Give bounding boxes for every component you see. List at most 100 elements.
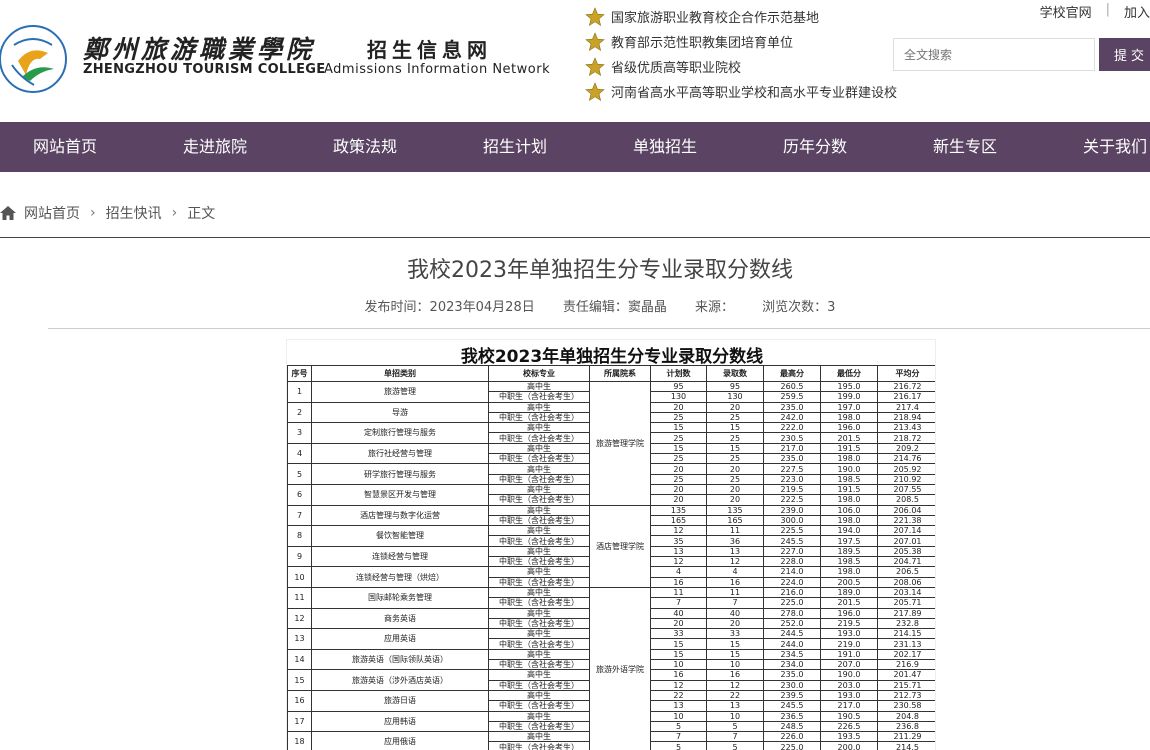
student-category: 中职生（含社会考生）	[488, 411, 590, 424]
score-cell: 15	[650, 648, 707, 661]
score-cell: 25	[706, 453, 764, 465]
nav-about-us[interactable]: 关于我们	[1083, 122, 1147, 172]
score-cell: 234.0	[763, 659, 821, 671]
student-category: 高中生	[488, 566, 590, 578]
college-name-cn: 鄭州旅游職業學院	[83, 35, 316, 64]
score-cell: 10	[650, 659, 707, 671]
score-cell: 25	[650, 432, 707, 444]
college-logo-icon[interactable]	[0, 15, 70, 97]
score-cell: 15	[706, 648, 764, 661]
major-name: 商务英语	[311, 607, 489, 630]
site-name-cn: 招生信息网	[367, 38, 492, 62]
nav-policies[interactable]: 政策法规	[333, 122, 397, 172]
score-cell: 11	[650, 586, 707, 599]
nav-independent-enrollment[interactable]: 单独招生	[633, 122, 697, 172]
score-cell: 208.5	[877, 494, 935, 506]
search-submit-button[interactable]: 提交	[1099, 38, 1150, 71]
score-cell: 214.76	[877, 453, 935, 465]
major-name: 餐饮智能管理	[311, 525, 489, 547]
score-cell: 236.8	[877, 720, 935, 733]
breadcrumb-divider	[0, 237, 1150, 238]
score-cell: 227.5	[763, 463, 821, 475]
score-cell: 190.0	[820, 463, 878, 475]
score-cell: 214.0	[763, 566, 821, 578]
breadcrumb-news[interactable]: 招生快讯	[106, 203, 162, 223]
nav-past-scores[interactable]: 历年分数	[783, 122, 847, 172]
student-category: 高中生	[488, 586, 590, 599]
score-cell: 214.15	[877, 628, 935, 640]
score-cell: 20	[650, 401, 707, 413]
star-icon	[585, 81, 605, 101]
student-category: 中职生（含社会考生）	[488, 535, 590, 547]
major-name: 酒店管理与数字化运营	[311, 504, 489, 527]
student-category: 高中生	[488, 545, 590, 558]
score-cell: 230.0	[763, 679, 821, 691]
score-cell: 221.38	[877, 514, 935, 527]
college-name-en: ZHENGZHOU TOURISM COLLEGE	[83, 62, 326, 77]
score-cell: 207.01	[877, 535, 935, 547]
col-header: 录取数	[706, 365, 764, 382]
score-cell: 7	[650, 731, 707, 743]
table-row: 11 国际邮轮乘务管理 高中生 旅游外语学院 11 11 216.0 189.0 203.14	[287, 586, 935, 750]
score-cell: 25	[706, 411, 764, 424]
score-cell: 204.8	[877, 710, 935, 722]
search-input[interactable]	[893, 38, 1095, 71]
row-number: 16	[287, 689, 312, 712]
score-cell: 239.5	[763, 689, 821, 702]
score-cell: 199.0	[820, 391, 878, 403]
nav-freshmen[interactable]: 新生专区	[933, 122, 997, 172]
score-cell: 5	[706, 741, 764, 750]
nav-enrollment-plan[interactable]: 招生计划	[483, 122, 547, 172]
score-cell: 234.5	[763, 648, 821, 661]
table-row: 1 旅游管理 高中生 旅游管理学院 95 95 260.5 195.0 216.72	[287, 380, 935, 506]
link-school-official[interactable]: 学校官网	[1040, 2, 1092, 21]
chevron-right-icon: ›	[171, 205, 178, 221]
score-cell: 15	[650, 422, 707, 434]
score-cell: 33	[706, 628, 764, 640]
student-category: 高中生	[488, 380, 590, 393]
major-name: 研学旅行管理与服务	[311, 463, 489, 485]
nav-about-college[interactable]: 走进旅院	[183, 122, 247, 172]
score-cell: 189.5	[820, 545, 878, 558]
nav-home[interactable]: 网站首页	[33, 122, 97, 172]
score-cell: 218.72	[877, 432, 935, 444]
star-icon	[585, 6, 605, 26]
student-category: 中职生（含社会考生）	[488, 494, 590, 506]
breadcrumb-home[interactable]: 网站首页	[24, 203, 80, 223]
score-cell: 244.0	[763, 638, 821, 650]
score-cell: 216.9	[877, 659, 935, 671]
row-number: 18	[287, 731, 312, 750]
student-category: 中职生（含社会考生）	[488, 453, 590, 465]
score-cell: 196.0	[820, 422, 878, 434]
score-cell: 217.89	[877, 607, 935, 619]
score-cell: 216.17	[877, 391, 935, 403]
score-cell: 204.71	[877, 556, 935, 568]
row-number: 9	[287, 545, 312, 568]
score-cell: 206.04	[877, 504, 935, 516]
score-cell: 130	[706, 391, 764, 403]
score-cell: 278.0	[763, 607, 821, 619]
score-cell: 235.0	[763, 401, 821, 413]
score-cell: 203.0	[820, 679, 878, 691]
score-cell: 11	[706, 586, 764, 599]
row-number: 5	[287, 463, 312, 485]
score-cell: 22	[650, 689, 707, 702]
score-cell: 201.5	[820, 432, 878, 444]
score-cell: 207.14	[877, 525, 935, 537]
student-category: 中职生（含社会考生）	[488, 391, 590, 403]
score-cell: 219.5	[820, 617, 878, 630]
article-title: 我校2023年单独招生分专业录取分数线	[407, 258, 793, 283]
score-cell: 213.43	[877, 422, 935, 434]
score-cell: 5	[650, 720, 707, 733]
score-cell: 200.5	[820, 576, 878, 588]
score-cell: 15	[706, 638, 764, 650]
score-cell: 25	[650, 473, 707, 485]
main-nav: 网站首页 走进旅院 政策法规 招生计划 单独招生 历年分数 新生专区 关于我们	[0, 122, 1150, 172]
score-cell: 203.14	[877, 586, 935, 599]
link-join[interactable]: 加入	[1124, 2, 1150, 21]
score-cell: 16	[650, 576, 707, 588]
score-cell: 25	[706, 473, 764, 485]
score-cell: 207.0	[820, 659, 878, 671]
student-category: 高中生	[488, 504, 590, 516]
score-cell: 12	[650, 679, 707, 691]
